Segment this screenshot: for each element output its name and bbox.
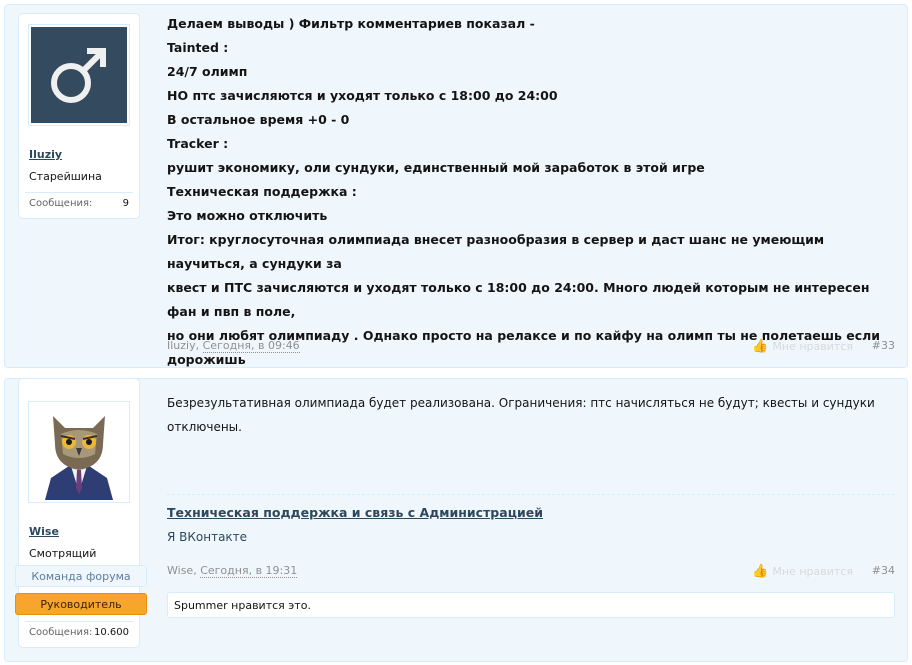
post-number[interactable]: #33 [872, 339, 895, 352]
post-number[interactable]: #34 [872, 564, 895, 577]
owl-in-suit-avatar [31, 404, 127, 500]
meta-author[interactable]: Wise [167, 564, 193, 577]
signature-divider [167, 494, 895, 495]
avatar[interactable] [28, 24, 130, 126]
message-line: рушит экономику, оли сундуки, единственн… [167, 160, 705, 175]
banner-team: Команда форума [15, 565, 147, 587]
thumbs-up-icon: 👍 [752, 339, 769, 354]
post-meta: Wise, Сегодня, в 19:31 👍 Мне нравится #34 [167, 564, 895, 580]
message-line: В остальное время +0 - 0 [167, 112, 350, 127]
message-count-value: 9 [122, 198, 129, 209]
signature-vk-link[interactable]: Я ВКонтакте [167, 530, 247, 544]
user-title: Смотрящий [29, 547, 97, 560]
message-line: Это можно отключить [167, 208, 328, 223]
meta-date[interactable]: Сегодня, в 09:46 [202, 339, 300, 353]
post-meta: Iluziy, Сегодня, в 09:46 👍 Мне нравится #… [167, 339, 895, 355]
message-line: Tainted : [167, 40, 229, 55]
like-button[interactable]: 👍 Мне нравится [752, 564, 853, 579]
user-title: Старейшина [29, 170, 102, 183]
like-label: Мне нравится [772, 340, 853, 353]
likes-summary: Spummer нравится это. [167, 592, 895, 618]
message-line: квест и ПТС зачисляются и уходят только … [167, 280, 870, 319]
avatar[interactable] [28, 401, 130, 503]
message-count-label: Сообщения: [29, 627, 93, 638]
message-line: Итог: круглосуточная олимпиада внесет ра… [167, 232, 825, 271]
meta-separator: , [193, 564, 197, 577]
user-info-card: Wise Смотрящий Команда форума Руководите… [15, 378, 147, 648]
meta-author[interactable]: Iluziy [167, 339, 196, 352]
message-line: Делаем выводы ) Фильтр комментариев пока… [167, 16, 535, 31]
male-symbol-icon [31, 27, 127, 123]
message-count: Сообщения: 10.600 [25, 621, 133, 641]
signature-support-link[interactable]: Техническая поддержка и связь с Админист… [167, 505, 543, 520]
username[interactable]: Wise [29, 525, 59, 538]
post-message: Безрезультативная олимпиада будет реализ… [167, 396, 875, 434]
message-line: НО птс зачисляются и уходят только с 18:… [167, 88, 558, 103]
message-count: Сообщения: 9 [25, 192, 133, 212]
message-count-label: Сообщения: [29, 198, 93, 209]
username[interactable]: Iluziy [29, 148, 62, 161]
meta-separator: , [195, 339, 200, 352]
like-label: Мне нравится [772, 565, 853, 578]
message-count-value: 10.600 [94, 627, 129, 638]
banner-lead: Руководитель [15, 593, 147, 615]
message-line: Техническая поддержка : [167, 184, 357, 199]
post-33: Iluziy Старейшина Сообщения: 9 Делаем вы… [4, 4, 908, 391]
user-info-card: Iluziy Старейшина Сообщения: 9 [18, 13, 140, 219]
thumbs-up-icon: 👍 [752, 564, 769, 579]
like-button[interactable]: 👍 Мне нравится [752, 339, 853, 354]
post-34: Wise Смотрящий Команда форума Руководите… [4, 378, 908, 662]
message-line: 24/7 олимп [167, 64, 248, 79]
meta-date[interactable]: Сегодня, в 19:31 [200, 564, 298, 578]
message-line: Tracker : [167, 136, 229, 151]
